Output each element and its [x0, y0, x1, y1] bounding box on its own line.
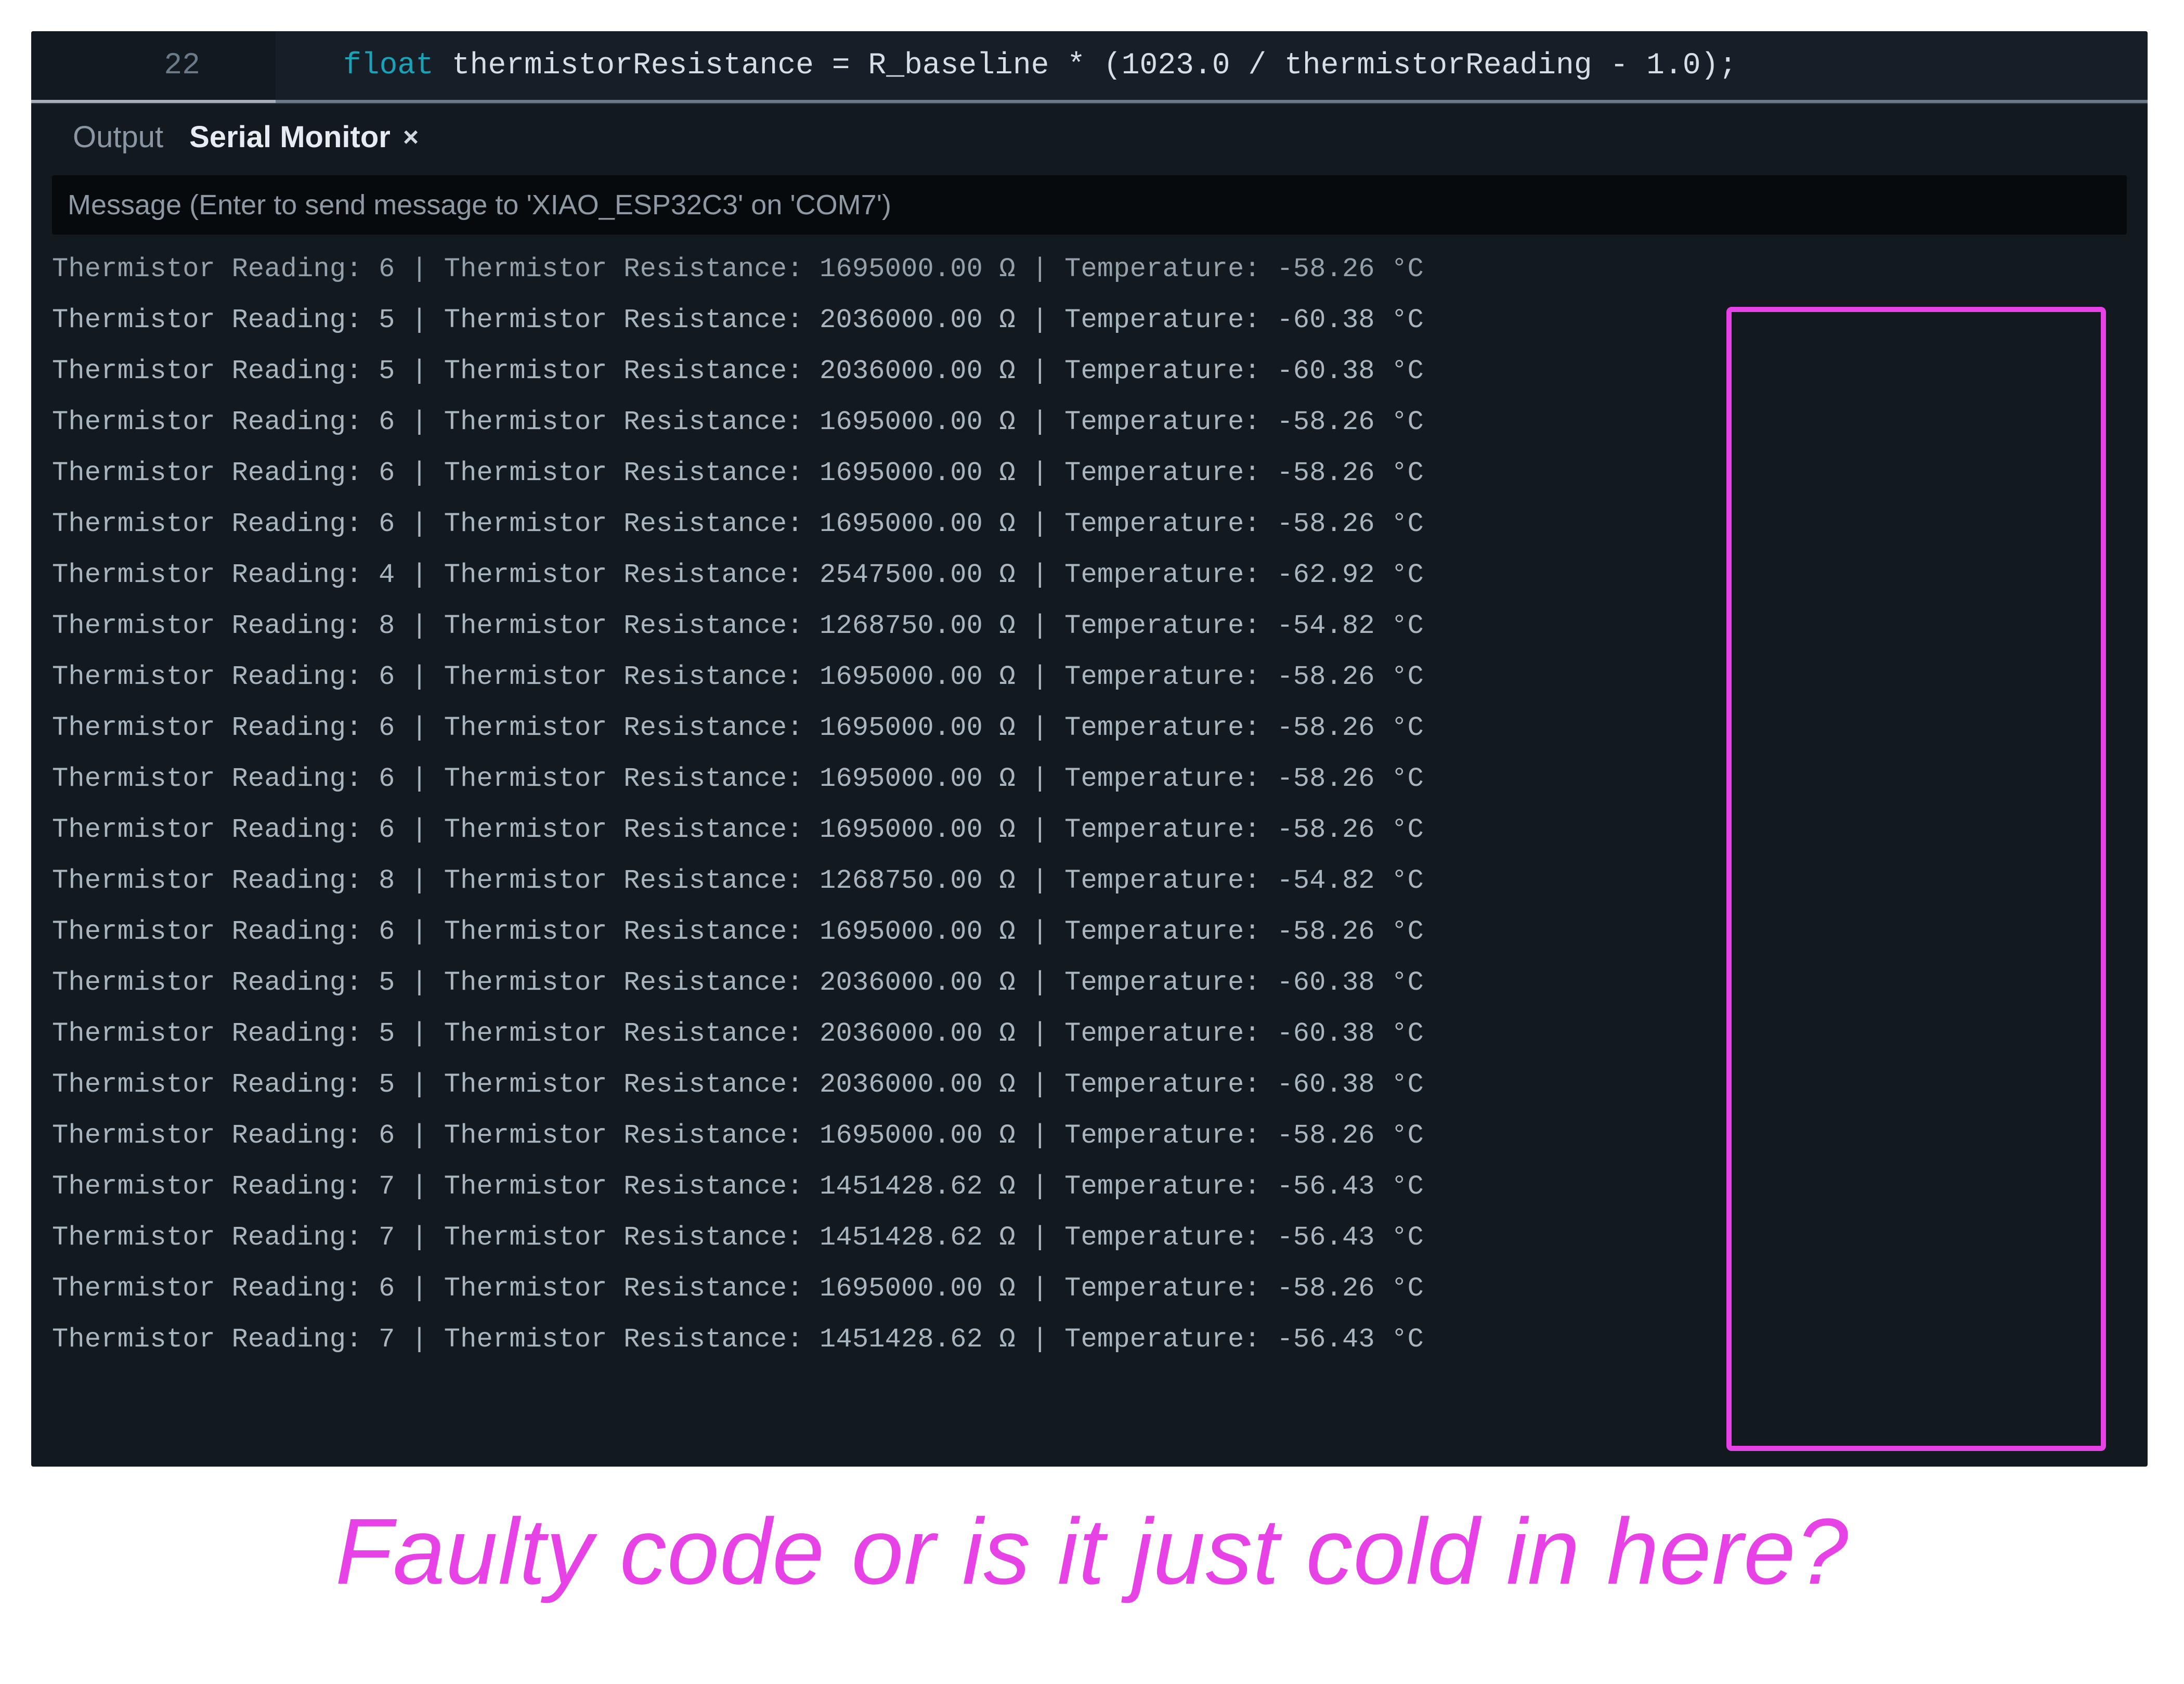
code-line[interactable]: float thermistorResistance = R_baseline … [276, 31, 2148, 103]
tab-serial-monitor[interactable]: Serial Monitor × [189, 120, 419, 154]
operator-slash: / [1248, 49, 1284, 83]
close-icon[interactable]: × [403, 122, 419, 153]
serial-line: Thermistor Reading: 6 | Thermistor Resis… [52, 805, 2127, 856]
serial-line: Thermistor Reading: 6 | Thermistor Resis… [52, 244, 2127, 295]
identifier-thermistorResistance: thermistorResistance [434, 49, 832, 83]
serial-message-placeholder: Message (Enter to send message to 'XIAO_… [68, 189, 891, 221]
tab-output[interactable]: Output [73, 120, 163, 154]
serial-message-input[interactable]: Message (Enter to send message to 'XIAO_… [52, 175, 2127, 235]
serial-line: Thermistor Reading: 7 | Thermistor Resis… [52, 1212, 2127, 1263]
number-1: 1.0 [1646, 49, 1700, 83]
figure-container: 22 float thermistorResistance = R_baseli… [0, 0, 2184, 1616]
serial-line: Thermistor Reading: 6 | Thermistor Resis… [52, 499, 2127, 550]
serial-line: Thermistor Reading: 5 | Thermistor Resis… [52, 346, 2127, 397]
serial-line: Thermistor Reading: 5 | Thermistor Resis… [52, 957, 2127, 1008]
operator-equals: = [832, 49, 868, 83]
serial-line: Thermistor Reading: 7 | Thermistor Resis… [52, 1314, 2127, 1365]
serial-line: Thermistor Reading: 6 | Thermistor Resis… [52, 652, 2127, 703]
serial-line: Thermistor Reading: 6 | Thermistor Resis… [52, 1263, 2127, 1314]
code-editor-row: 22 float thermistorResistance = R_baseli… [31, 31, 2148, 104]
serial-line: Thermistor Reading: 5 | Thermistor Resis… [52, 1059, 2127, 1110]
serial-line: Thermistor Reading: 6 | Thermistor Resis… [52, 1110, 2127, 1161]
operator-star: * [1067, 49, 1103, 83]
serial-line: Thermistor Reading: 7 | Thermistor Resis… [52, 1161, 2127, 1212]
paren-open: ( [1103, 49, 1122, 83]
identifier-R_baseline: R_baseline [868, 49, 1067, 83]
identifier-thermistorReading: thermistorReading [1284, 49, 1610, 83]
line-number-gutter: 22 [31, 31, 276, 103]
keyword-float: float [343, 49, 434, 83]
serial-console-output[interactable]: Thermistor Reading: 6 | Thermistor Resis… [52, 244, 2127, 1365]
serial-line: Thermistor Reading: 6 | Thermistor Resis… [52, 397, 2127, 448]
serial-line: Thermistor Reading: 6 | Thermistor Resis… [52, 906, 2127, 957]
operator-minus: - [1610, 49, 1646, 83]
tab-serial-label: Serial Monitor [189, 120, 391, 154]
figure-caption: Faulty code or is it just cold in here? [31, 1498, 2153, 1605]
number-1023: 1023.0 [1122, 49, 1249, 83]
paren-close-semi: ); [1701, 49, 1737, 83]
panel-tabs: Output Serial Monitor × [31, 104, 2148, 170]
serial-line: Thermistor Reading: 4 | Thermistor Resis… [52, 550, 2127, 601]
ide-window: 22 float thermistorResistance = R_baseli… [31, 31, 2148, 1467]
line-number: 22 [107, 49, 200, 83]
serial-line: Thermistor Reading: 6 | Thermistor Resis… [52, 448, 2127, 499]
serial-line: Thermistor Reading: 5 | Thermistor Resis… [52, 1008, 2127, 1059]
serial-line: Thermistor Reading: 6 | Thermistor Resis… [52, 754, 2127, 805]
serial-line: Thermistor Reading: 5 | Thermistor Resis… [52, 295, 2127, 346]
serial-line: Thermistor Reading: 6 | Thermistor Resis… [52, 703, 2127, 754]
serial-line: Thermistor Reading: 8 | Thermistor Resis… [52, 856, 2127, 906]
serial-line: Thermistor Reading: 8 | Thermistor Resis… [52, 601, 2127, 652]
